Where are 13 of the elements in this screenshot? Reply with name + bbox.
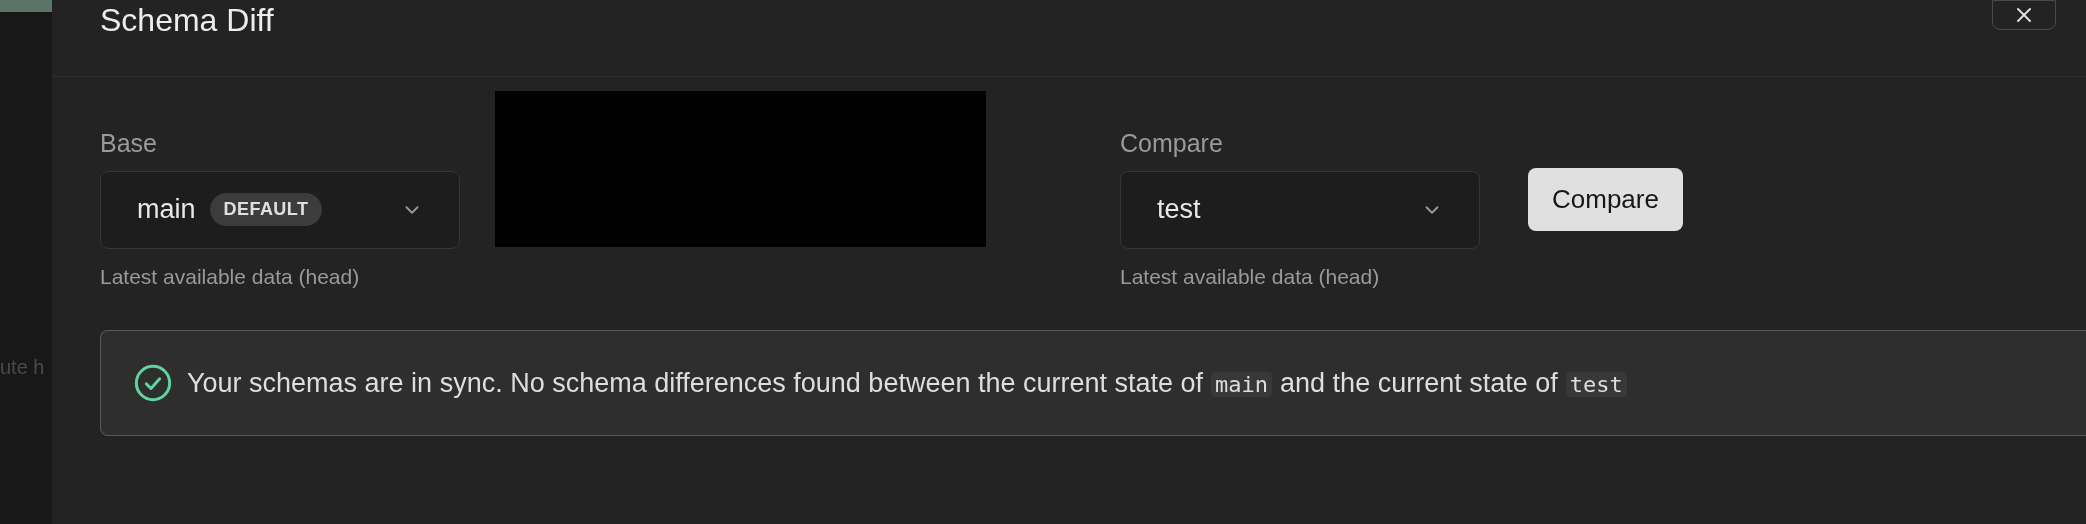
helper-text: Latest available data (head) [100, 263, 361, 290]
check-circle-icon [133, 363, 173, 403]
default-badge: DEFAULT [209, 193, 323, 226]
alert-message: Your schemas are in sync. No schema differences found between the current state of main and the current state of test [187, 362, 1635, 404]
field-label: Compare [1120, 128, 1224, 159]
compare-button[interactable]: Compare [1528, 168, 1683, 231]
branch-select[interactable]: main DEFAULT [100, 170, 460, 249]
branch-select[interactable]: test [1120, 170, 1480, 249]
backdrop-bar [0, 0, 52, 12]
close-button[interactable] [1992, 0, 2056, 30]
dialog-title: Schema Diff [100, 4, 274, 36]
field-label: Base [100, 128, 158, 159]
helper-text: Latest available data (head) [1120, 263, 1381, 290]
